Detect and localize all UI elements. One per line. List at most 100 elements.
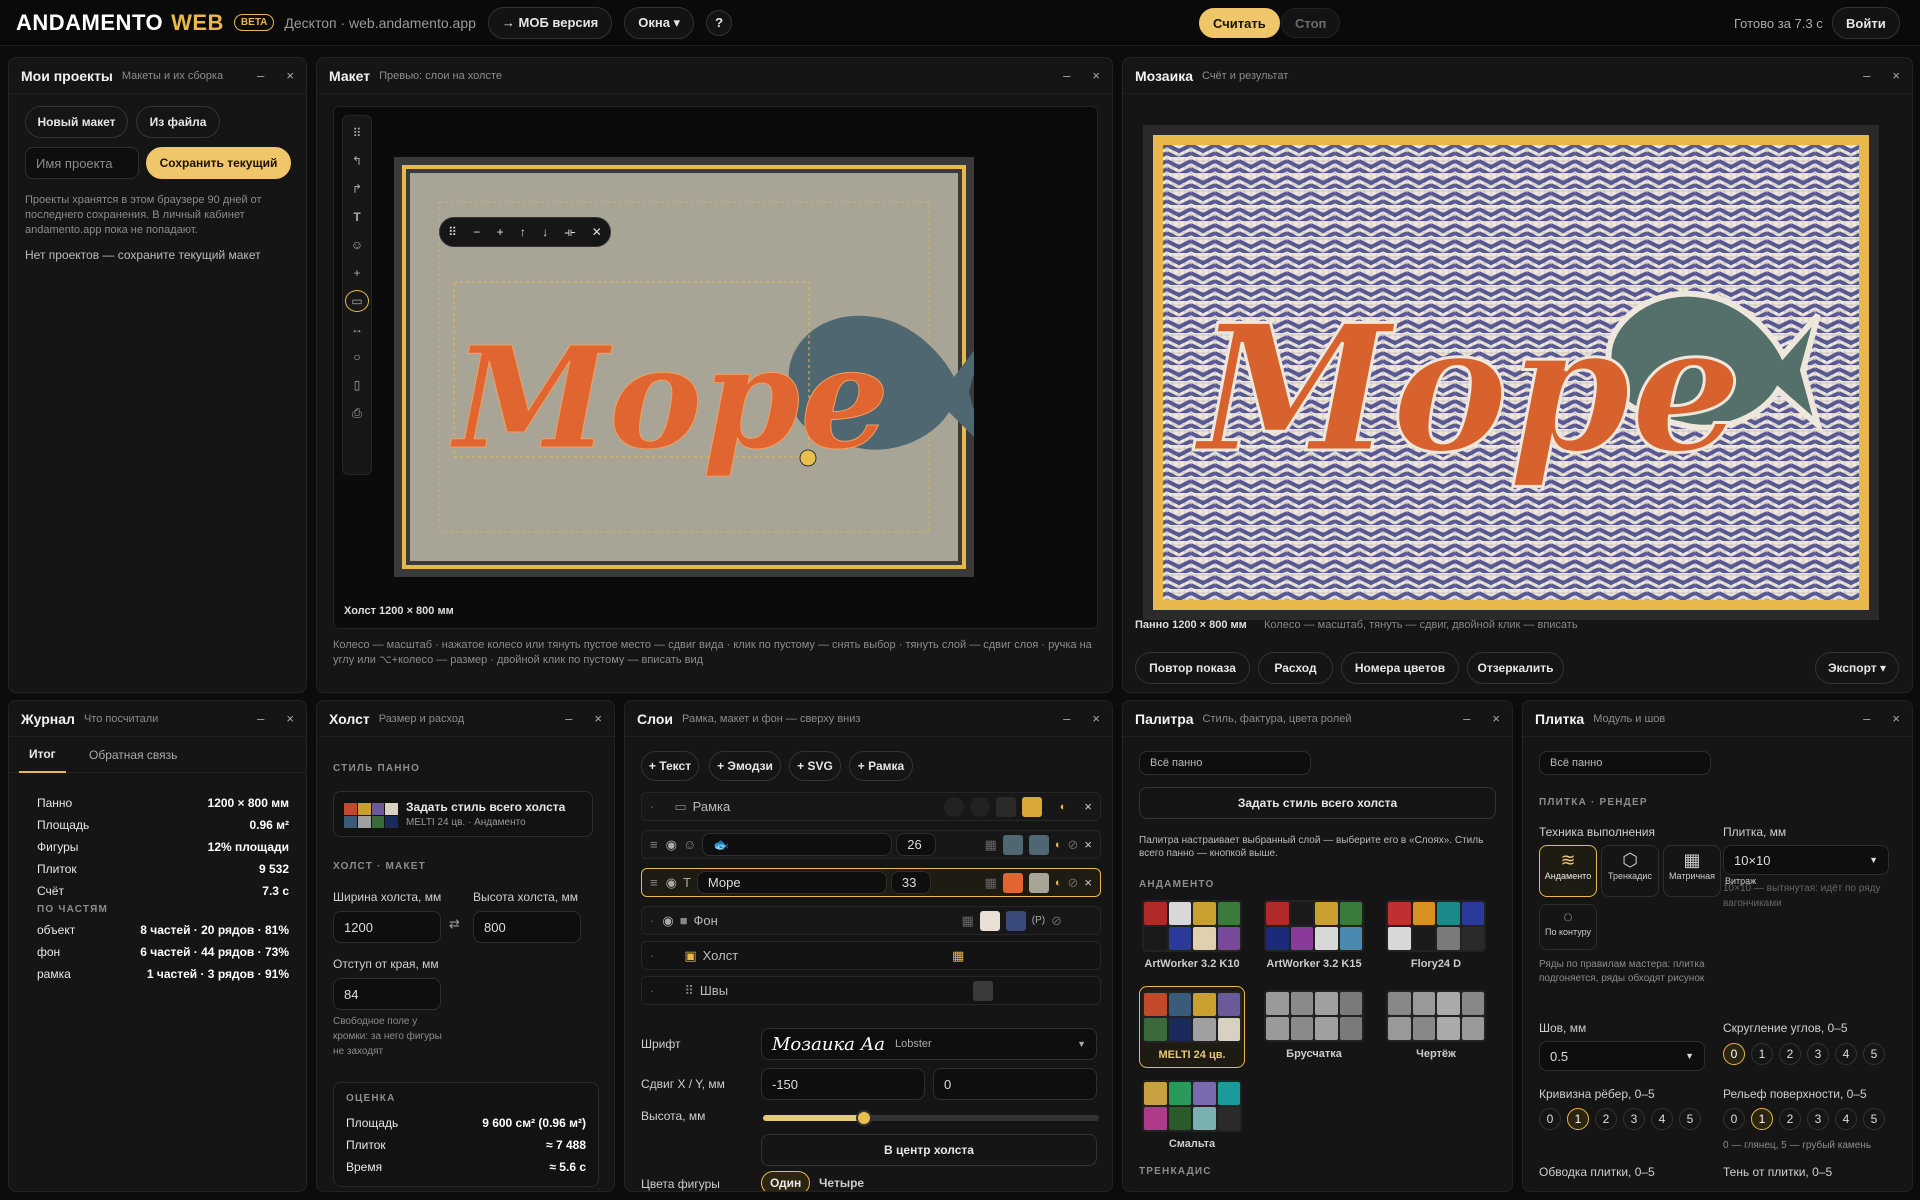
style-icon[interactable]: ◐: [1060, 801, 1067, 813]
emoji-tool-icon[interactable]: ☺: [345, 234, 369, 256]
arrow-up-icon[interactable]: ↑: [520, 225, 526, 239]
resize-handle[interactable]: [799, 449, 817, 467]
undo-icon[interactable]: ↰: [345, 150, 369, 172]
scale-option-0[interactable]: 0: [1723, 1043, 1745, 1065]
project-name-input[interactable]: Имя проекта: [25, 147, 139, 179]
export-button[interactable]: Экспорт ▾: [1815, 652, 1899, 684]
tile-size-select[interactable]: 10×10 ▼: [1723, 845, 1889, 875]
close-icon[interactable]: ×: [1492, 711, 1500, 726]
color-swatch[interactable]: [1028, 834, 1049, 855]
measure-icon[interactable]: ↔: [345, 318, 369, 340]
palette-card[interactable]: MELTI 24 цв.: [1139, 986, 1245, 1068]
add-frame-button[interactable]: + Рамка: [849, 751, 913, 781]
text-tool-icon[interactable]: T: [345, 206, 369, 228]
layer-name-input[interactable]: Море: [696, 871, 887, 894]
tab-total[interactable]: Итог: [19, 737, 66, 773]
add-icon[interactable]: +: [345, 262, 369, 284]
minimize-icon[interactable]: –: [1863, 711, 1870, 726]
mobile-version-button[interactable]: → МОБ версия: [487, 6, 613, 39]
color-swatch[interactable]: [973, 980, 993, 1001]
tab-feedback[interactable]: Обратная связь: [81, 737, 185, 773]
scale-option-4[interactable]: 4: [1835, 1108, 1857, 1130]
eye-icon[interactable]: ◉: [662, 913, 673, 929]
delete-icon[interactable]: ×: [1084, 799, 1092, 814]
palette-card[interactable]: Flory24 D: [1383, 896, 1489, 978]
add-emoji-button[interactable]: + Эмодзи: [709, 751, 781, 781]
mosaic-result[interactable]: Море: [1143, 125, 1879, 620]
seam-select[interactable]: 0.5 ▼: [1539, 1041, 1705, 1071]
grid-icon[interactable]: ▦: [985, 837, 997, 853]
layer-row-frame[interactable]: · ▭ Рамка ◐ ×: [641, 792, 1101, 821]
one-color-toggle[interactable]: Один: [761, 1171, 811, 1191]
eye-icon[interactable]: ◉: [666, 837, 677, 853]
set-canvas-style-button[interactable]: Задать стиль всего холста: [1139, 787, 1496, 819]
close-icon[interactable]: ×: [286, 68, 294, 83]
arrow-down-icon[interactable]: ↓: [542, 225, 548, 239]
scale-option-5[interactable]: 5: [1679, 1108, 1701, 1130]
windows-menu-button[interactable]: Окна ▾: [624, 6, 695, 39]
add-text-button[interactable]: + Текст: [641, 751, 699, 781]
font-select[interactable]: Мозаика Аа Lobster ▼: [761, 1028, 1097, 1060]
color-swatch[interactable]: [1002, 872, 1023, 893]
no-icon[interactable]: ⊘: [1068, 875, 1079, 891]
height-input[interactable]: 800: [473, 911, 581, 943]
close-icon[interactable]: ×: [594, 711, 602, 726]
scale-option-1[interactable]: 1: [1751, 1108, 1773, 1130]
close-icon[interactable]: ×: [1892, 68, 1900, 83]
color-swatch[interactable]: [1005, 910, 1026, 931]
help-button[interactable]: ?: [706, 9, 733, 36]
set-canvas-style-button[interactable]: Задать стиль всего холста MELTI 24 цв. ·…: [333, 791, 593, 837]
from-file-button[interactable]: Из файла: [136, 106, 220, 138]
scale-option-3[interactable]: 3: [1807, 1108, 1829, 1130]
shape-icon[interactable]: ○: [345, 346, 369, 368]
height-slider[interactable]: [763, 1110, 1099, 1126]
color-swatch[interactable]: [995, 796, 1016, 817]
shift-x-input[interactable]: -150: [761, 1068, 925, 1100]
scale-option-5[interactable]: 5: [1863, 1043, 1885, 1065]
pattern-icon[interactable]: (P): [1032, 915, 1045, 926]
minimize-icon[interactable]: –: [257, 711, 264, 726]
palette-card[interactable]: ArtWorker 3.2 K15: [1261, 896, 1367, 978]
minimize-icon[interactable]: –: [1863, 68, 1870, 83]
scale-option-4[interactable]: 4: [1835, 1043, 1857, 1065]
layer-number[interactable]: 26: [896, 833, 937, 856]
slider-handle[interactable]: [855, 1110, 872, 1126]
add-svg-button[interactable]: + SVG: [789, 751, 841, 781]
four-colors-toggle[interactable]: Четыре: [811, 1171, 872, 1191]
scale-option-1[interactable]: 1: [1751, 1043, 1773, 1065]
eye-icon[interactable]: ◉: [666, 875, 677, 891]
redo-icon[interactable]: ↱: [345, 178, 369, 200]
page-icon[interactable]: ▯: [345, 374, 369, 396]
margin-input[interactable]: 84: [333, 978, 441, 1010]
grid-icon[interactable]: ▦: [961, 913, 973, 929]
drag-icon[interactable]: ⠿: [448, 225, 457, 239]
technique-contour[interactable]: ◌ По контуру: [1539, 904, 1597, 950]
layer-row-seams[interactable]: · ⠿ Швы: [641, 976, 1101, 1005]
close-icon[interactable]: ×: [1892, 711, 1900, 726]
technique-andamento[interactable]: ≋ Андаменто: [1539, 845, 1597, 897]
minimize-icon[interactable]: –: [1463, 711, 1470, 726]
login-button[interactable]: Войти: [1832, 7, 1900, 39]
no-icon[interactable]: ⊘: [1051, 913, 1062, 929]
technique-matrix[interactable]: ▦ Матричная: [1663, 845, 1721, 897]
scale-option-3[interactable]: 3: [1623, 1108, 1645, 1130]
plus-icon[interactable]: +: [497, 225, 504, 239]
center-icon[interactable]: ⟛: [565, 225, 576, 240]
layer-row-text[interactable]: ≡ ◉ T Море 33 ▦ ◐ ⊘ ×: [641, 868, 1101, 897]
stop-button[interactable]: Стоп: [1281, 8, 1341, 38]
frame-tool-icon[interactable]: ▭: [345, 290, 369, 312]
color-swatch[interactable]: [1002, 834, 1023, 855]
layer-number[interactable]: 33: [890, 871, 931, 894]
layer-row-canvas[interactable]: · ▣ Холст ▦: [641, 941, 1101, 970]
scale-option-5[interactable]: 5: [1863, 1108, 1885, 1130]
delete-icon[interactable]: ×: [1084, 837, 1092, 852]
close-icon[interactable]: ×: [1092, 711, 1100, 726]
palette-card[interactable]: Чертёж: [1383, 986, 1489, 1068]
mirror-button[interactable]: Отзеркалить: [1467, 652, 1564, 684]
shift-y-input[interactable]: 0: [933, 1068, 1097, 1100]
color-swatch[interactable]: [1028, 872, 1049, 893]
palette-card[interactable]: Смальта: [1139, 1076, 1245, 1158]
width-input[interactable]: 1200: [333, 911, 441, 943]
scale-option-2[interactable]: 2: [1779, 1108, 1801, 1130]
scale-option-4[interactable]: 4: [1651, 1108, 1673, 1130]
